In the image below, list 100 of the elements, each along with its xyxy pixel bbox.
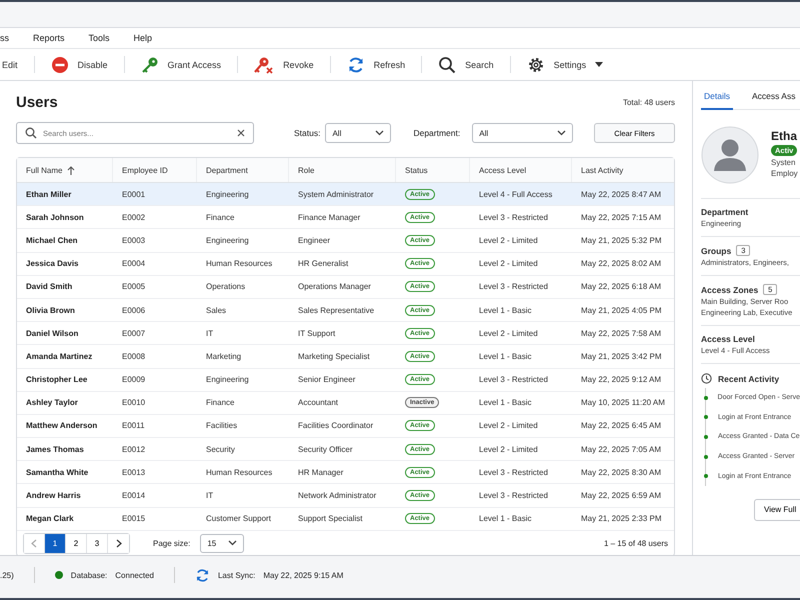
table-cell-text: E0012 [121,444,146,454]
status-label: Database: [70,570,108,580]
user-name: Etha [771,129,798,143]
table-cell-text: Olivia Brown [25,306,76,315]
table-cell-text: Operations [205,282,246,292]
table-cell-text: Level 2 - Limited [478,444,539,454]
timeline-dot-icon [704,415,708,420]
view-full-button[interactable]: View Full [754,498,800,521]
table-cell-text: Marketing Specialist [297,352,371,361]
table-cell-text: HR Generalist [297,259,350,268]
table-cell-text: E0006 [121,306,146,315]
panel-tab[interactable]: Access Ass [748,91,798,110]
table-cell-text: Human Resources [205,259,274,268]
timeline-dot-icon [704,434,708,439]
clock-icon [701,373,712,384]
table-cell-text: May 22, 2025 8:30 AM [580,468,662,477]
chevron-down-icon [375,130,384,136]
table-cell-text: E0013 [121,468,146,477]
page-size-dropdown[interactable]: 15 [200,534,244,553]
table-cell-text: Support Specialist [297,514,364,524]
status-text: May 22, 2025 9:15 AM [263,570,344,580]
column-header[interactable]: Access Level [470,158,572,182]
table-cell-text: E0003 [121,236,146,245]
toolbar-button[interactable]: Grant Access [130,50,232,78]
chevron-down-icon [228,540,238,546]
column-header[interactable]: Status [396,158,470,182]
chevron-right-icon [116,538,122,548]
table-cell-text: Finance [205,212,236,222]
table-cell-text: Samantha White [25,468,90,477]
menu-item[interactable]: Help [134,33,152,43]
section-label: Recent Activity [718,374,780,384]
table-cell-text: E0009 [121,375,146,384]
table-cell-text: E0011 [121,421,146,430]
search-icon [25,127,37,139]
table-cell-text: Finance Manager [297,212,362,222]
key-icon [140,56,159,74]
toolbar-button[interactable]: Edit [0,50,28,78]
column-header[interactable]: Employee ID [113,158,197,182]
column-header[interactable]: Full Name [17,158,113,182]
status-label: Last Sync: [218,570,256,580]
pagination-summary: 1 – 15 of 48 users [604,538,668,548]
filter-dropdown[interactable]: All [325,123,392,143]
table-cell-text: Engineering [205,190,250,199]
chevron-left-icon [31,538,37,548]
table-cell-text: Level 2 - Limited [478,236,539,245]
toolbar-button[interactable]: Search [428,50,504,78]
menu-item[interactable]: Tools [88,33,110,43]
toolbar-button[interactable]: Refresh [336,50,416,78]
table-cell-text: Christopher Lee [25,375,88,384]
section-label: Access Level [701,334,755,344]
table-cell-text: E0015 [121,514,146,524]
total-count: Total: 48 users [622,98,675,107]
table-cell-text: Sales Representative [297,306,376,315]
column-header[interactable]: Department [197,158,289,182]
table-cell-text: Megan Clark [25,514,75,524]
table-cell-text: James Thomas [25,444,85,454]
toolbar-button[interactable]: Revoke [244,50,324,78]
table-cell-text: E0010 [121,398,146,408]
table-cell-text: Senior Engineer [297,375,356,384]
table-cell-text: Engineer [297,236,332,245]
menu-item[interactable]: ss [0,33,9,43]
table-cell-text: Level 2 - Limited [478,259,539,268]
menu-item[interactable]: Reports [33,33,65,43]
table-cell-text: Level 4 - Full Access [478,190,554,199]
table-cell-text: E0014 [121,491,146,500]
section-label: Access Zones [701,284,758,294]
table-cell-text: Andrew Harris [25,491,82,500]
filter-label: Status: [294,128,320,138]
panel-tab[interactable]: Details [701,91,733,110]
table-cell-text: Human Resources [205,468,274,477]
table-cell-text: May 21, 2025 2:33 PM [580,514,662,524]
table-cell-text: IT [205,491,214,500]
table-cell-text: Michael Chen [25,236,79,245]
employee-id: Employ [771,169,798,178]
table-cell-text: Finance [205,398,236,408]
page-button[interactable]: 1 [45,534,66,553]
table-cell-text: Engineering [205,375,250,384]
table-cell-text: Ashley Taylor [25,398,79,408]
section-label: Department [701,207,748,217]
table-cell-text: May 22, 2025 7:58 AM [580,328,662,338]
settings-icon [526,56,545,74]
filter-dropdown[interactable]: All [472,123,574,143]
column-header[interactable]: Role [289,158,396,182]
close-icon[interactable] [237,129,245,137]
toolbar-button[interactable]: Disable [40,50,118,78]
column-header[interactable]: Last Activity [572,158,674,182]
table-cell-text: Network Administrator [297,491,378,500]
table-cell-text: Sales [205,306,228,315]
chevron-down-icon [557,130,566,136]
table-cell-text: Level 3 - Restricted [478,212,549,222]
minus-circle-icon [50,56,69,74]
table-cell-text: Level 3 - Restricted [478,375,549,384]
table-cell-text: Amanda Martinez [25,352,94,361]
table-cell-text: Facilities Coordinator [297,421,374,430]
table-cell-text: E0004 [121,259,146,268]
table-cell-text: May 22, 2025 6:45 AM [580,421,662,430]
table-cell-text: Ethan Miller [25,190,72,199]
toolbar-button[interactable]: Settings [516,50,614,78]
table-cell-text: Jessica Davis [25,259,80,268]
refresh-icon [194,568,210,582]
